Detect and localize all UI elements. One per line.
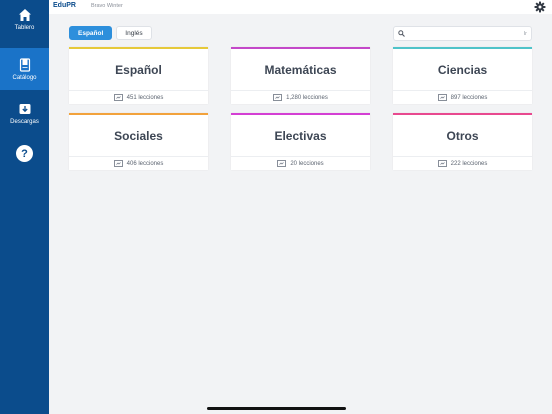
app-name: EduPR bbox=[53, 2, 76, 9]
sidebar-item-help[interactable]: ? bbox=[0, 145, 49, 167]
language-tabs: Español Inglés bbox=[69, 26, 152, 40]
search-icon bbox=[398, 30, 405, 37]
tab-ingles[interactable]: Inglés bbox=[116, 26, 152, 40]
category-card-otros[interactable]: Otros 222 lecciones bbox=[393, 113, 532, 170]
user-name: Bravo Winter bbox=[91, 3, 123, 9]
search-go-button[interactable]: Ir bbox=[524, 31, 527, 37]
card-footer: 1,280 lecciones bbox=[231, 91, 370, 104]
sidebar-item-label: Tablero bbox=[14, 25, 35, 31]
gear-icon[interactable] bbox=[534, 1, 546, 13]
sidebar: Tablero Catálogo Descargas ? bbox=[0, 0, 49, 414]
sidebar-item-tablero[interactable]: Tablero bbox=[0, 8, 49, 44]
lessons-icon bbox=[437, 94, 447, 101]
sidebar-item-descargas[interactable]: Descargas bbox=[0, 102, 49, 136]
sidebar-item-label: Catálogo bbox=[12, 75, 37, 81]
help-icon: ? bbox=[16, 145, 33, 162]
lesson-count: 222 lecciones bbox=[450, 160, 488, 167]
card-title: Matemáticas bbox=[231, 49, 370, 91]
search-box: Ir bbox=[393, 26, 532, 41]
card-title: Ciencias bbox=[393, 49, 532, 91]
home-indicator bbox=[207, 407, 346, 410]
sidebar-item-catalogo[interactable]: Catálogo bbox=[0, 48, 49, 90]
lesson-count: 897 lecciones bbox=[450, 94, 488, 101]
card-title: Otros bbox=[393, 115, 532, 157]
lessons-icon bbox=[113, 94, 123, 101]
lesson-count: 1,280 lecciones bbox=[286, 94, 328, 101]
search-input[interactable] bbox=[408, 30, 524, 37]
lesson-count: 20 lecciones bbox=[290, 160, 324, 167]
lessons-icon bbox=[113, 160, 123, 167]
lessons-icon bbox=[437, 160, 447, 167]
category-card-matematicas[interactable]: Matemáticas 1,280 lecciones bbox=[231, 47, 370, 104]
card-footer: 222 lecciones bbox=[393, 157, 532, 170]
home-icon bbox=[18, 9, 31, 21]
category-card-ciencias[interactable]: Ciencias 897 lecciones bbox=[393, 47, 532, 104]
card-footer: 20 lecciones bbox=[231, 157, 370, 170]
category-card-espanol[interactable]: Español 451 lecciones bbox=[69, 47, 208, 104]
lessons-icon bbox=[277, 160, 287, 167]
tab-espanol[interactable]: Español bbox=[69, 26, 113, 40]
card-footer: 406 lecciones bbox=[69, 157, 208, 170]
top-bar: EduPR Bravo Winter bbox=[49, 0, 552, 14]
lessons-icon bbox=[273, 94, 283, 101]
lesson-count: 451 lecciones bbox=[126, 94, 164, 101]
book-icon bbox=[19, 58, 30, 72]
category-card-electivas[interactable]: Electivas 20 lecciones bbox=[231, 113, 370, 170]
card-title: Sociales bbox=[69, 115, 208, 157]
category-card-sociales[interactable]: Sociales 406 lecciones bbox=[69, 113, 208, 170]
card-title: Español bbox=[69, 49, 208, 91]
card-title: Electivas bbox=[231, 115, 370, 157]
lesson-count: 406 lecciones bbox=[126, 160, 164, 167]
card-footer: 897 lecciones bbox=[393, 91, 532, 104]
sidebar-item-label: Descargas bbox=[10, 119, 39, 125]
card-footer: 451 lecciones bbox=[69, 91, 208, 104]
download-icon bbox=[19, 104, 30, 114]
